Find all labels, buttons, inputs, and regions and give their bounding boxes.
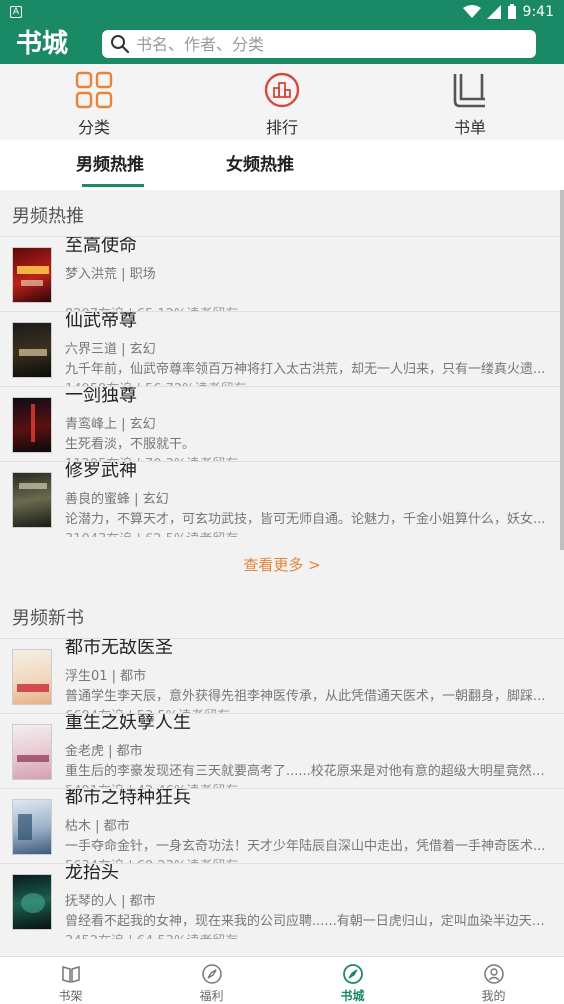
nav-label: 书架	[58, 989, 83, 1003]
nav-profile[interactable]: 我的	[423, 957, 564, 1004]
list-item[interactable]: 都市无敌医圣 浮生01 | 都市 普通学生李天辰，意外获得先祖李神医传承，从此凭…	[0, 638, 564, 714]
scrollbar[interactable]	[560, 190, 564, 550]
nav-welfare[interactable]: 福利	[141, 957, 282, 1004]
wifi-icon	[462, 5, 481, 18]
book-title: 至高使命	[65, 236, 137, 256]
book-meta: 青鸾峰上 | 玄幻	[65, 417, 156, 432]
book-title: 修罗武神	[65, 461, 137, 481]
book-title: 都市无敌医圣	[65, 638, 173, 658]
search-bar[interactable]	[102, 30, 536, 58]
bottom-nav: 书架 福利 书城 我的	[0, 956, 564, 1004]
app-notification-icon: A	[10, 6, 22, 18]
book-meta: 浮生01 | 都市	[65, 669, 147, 684]
book-desc: 重生后的李豪发现还有三天就要高考了......校花原来是对他有意的超级大明星竟然…	[65, 764, 557, 779]
book-title: 重生之妖孽人生	[65, 713, 191, 733]
book-title: 龙抬头	[65, 863, 119, 883]
book-stats: 3452在追 | 64.53%读者留存	[65, 930, 238, 939]
category-label: 分类	[77, 118, 110, 137]
booklist-label: 书单	[453, 118, 486, 137]
grid-icon	[74, 70, 114, 110]
book-meta: 金老虎 | 都市	[65, 744, 143, 759]
book-desc: 一手夺命金针，一身玄奇功法！天才少年陆辰自深山中走出，凭借着一手神奇医术...	[65, 839, 546, 854]
book-desc: 普通学生李天辰，意外获得先祖李神医传承，从此凭借通天医术，一朝翻身，脚踩...	[65, 689, 546, 704]
app-header: 书城	[0, 24, 564, 64]
book-desc: 曾经看不起我的女神，现在来我的公司应聘......有朝一日虎归山，定叫血染半边天…	[65, 914, 557, 929]
ranking-icon	[262, 70, 302, 110]
list-item[interactable]: 都市之特种狂兵 枯木 | 都市 一手夺命金针，一身玄奇功法！天才少年陆辰自深山中…	[0, 788, 564, 864]
battery-icon	[507, 4, 516, 19]
book-desc: 论潜力，不算天才，可玄功武技，皆可无师自通。论魅力，千金小姐算什么，妖女...	[65, 512, 546, 527]
ranking-label: 排行	[265, 118, 298, 137]
search-input[interactable]	[136, 34, 516, 54]
tab-female-hot[interactable]: 女频热推	[226, 140, 294, 190]
nav-label: 我的	[481, 989, 506, 1003]
book-title: 一剑独尊	[65, 386, 137, 406]
page-title: 书城	[16, 29, 69, 59]
book-cover	[12, 472, 52, 528]
see-more-link[interactable]: 查看更多 >	[0, 554, 564, 575]
list-item[interactable]: 龙抬头 抚琴的人 | 都市 曾经看不起我的女神，现在来我的公司应聘......有…	[0, 863, 564, 939]
book-feed[interactable]: 男频热推 至高使命 梦入洪荒 | 职场 8297在追 | 65.12%读者留存 …	[0, 190, 564, 956]
nav-label: 书城	[340, 989, 365, 1003]
tab-male-hot[interactable]: 男频热推	[76, 140, 144, 190]
book-meta: 枯木 | 都市	[65, 819, 130, 834]
tab-bar: 男频热推 女频热推	[0, 140, 564, 190]
list-item[interactable]: 一剑独尊 青鸾峰上 | 玄幻 生死看淡，不服就干。 11205在追 | 70.3…	[0, 386, 564, 462]
book-cover	[12, 799, 52, 855]
system-icons: 9:41	[462, 2, 554, 22]
section-title: 男频热推	[12, 206, 84, 227]
book-cover	[12, 649, 52, 705]
booklist-icon	[450, 70, 490, 110]
list-item[interactable]: 仙武帝尊 六界三道 | 玄幻 九千年前，仙武帝尊率领百万神将打入太古洪荒，却无一…	[0, 311, 564, 387]
book-cover	[12, 247, 52, 303]
list-item[interactable]: 重生之妖孽人生 金老虎 | 都市 重生后的李豪发现还有三天就要高考了......…	[0, 713, 564, 789]
section-title: 男频新书	[12, 608, 84, 629]
active-tab-indicator	[82, 184, 144, 187]
book-desc: 生死看淡，不服就干。	[65, 437, 196, 452]
book-title: 都市之特种狂兵	[65, 788, 191, 808]
profile-icon	[483, 964, 504, 984]
clock: 9:41	[522, 4, 554, 20]
book-cover	[12, 874, 52, 930]
book-meta: 梦入洪荒 | 职场	[65, 267, 156, 282]
book-meta: 六界三道 | 玄幻	[65, 342, 156, 357]
bookshelf-icon	[61, 966, 80, 983]
compass-icon	[201, 964, 222, 984]
search-icon	[111, 35, 130, 54]
nav-label: 福利	[199, 989, 224, 1003]
book-stats: 31043在追 | 62.5%读者留存	[65, 528, 238, 537]
ranking-button[interactable]: 排行	[188, 64, 376, 140]
book-title: 仙武帝尊	[65, 311, 137, 331]
compass-store-icon	[342, 964, 363, 984]
category-shortcuts: 分类 排行 书单	[0, 64, 564, 140]
book-cover	[12, 322, 52, 378]
book-cover	[12, 724, 52, 780]
signal-icon	[486, 5, 501, 19]
book-cover	[12, 397, 52, 453]
nav-bookstore[interactable]: 书城	[282, 957, 423, 1004]
book-meta: 抚琴的人 | 都市	[65, 894, 156, 909]
book-desc: 九千年前，仙武帝尊率领百万神将打入太古洪荒，却无一人归来，只有一缕真火遗...	[65, 362, 546, 377]
category-button[interactable]: 分类	[0, 64, 188, 140]
list-item[interactable]: 修罗武神 善良的蜜蜂 | 玄幻 论潜力，不算天才，可玄功武技，皆可无师自通。论魅…	[0, 461, 564, 537]
book-meta: 善良的蜜蜂 | 玄幻	[65, 492, 169, 507]
list-item[interactable]: 至高使命 梦入洪荒 | 职场 8297在追 | 65.12%读者留存	[0, 236, 564, 312]
booklist-button[interactable]: 书单	[376, 64, 564, 140]
nav-bookshelf[interactable]: 书架	[0, 957, 141, 1004]
status-bar: A 9:41	[0, 0, 564, 24]
